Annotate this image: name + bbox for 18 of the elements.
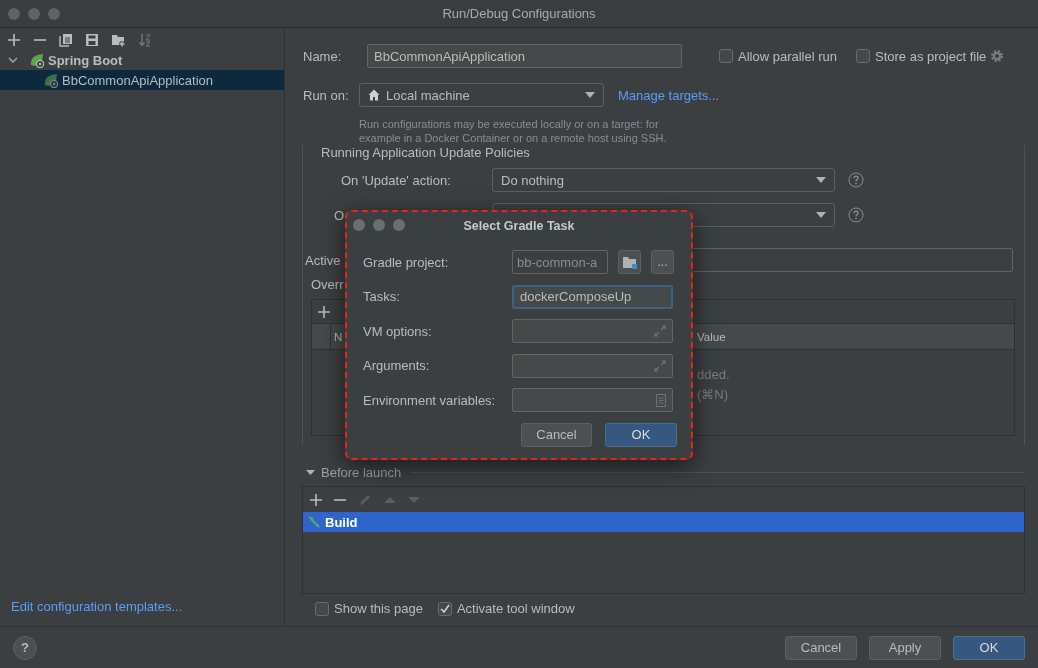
section-label: Overr [311, 277, 344, 292]
field-label: Tasks: [363, 289, 401, 304]
group-title: Running Application Update Policies [321, 145, 530, 160]
field-label: Environment variables: [363, 392, 497, 408]
field-label: Gradle project: [363, 254, 450, 270]
field-label: Run on: [302, 87, 350, 103]
field-label: O [334, 207, 345, 223]
section-title: Before launch [321, 464, 402, 480]
field-label: Active [305, 252, 341, 268]
empty-table-text: dded. [697, 366, 731, 384]
empty-table-text: (⌘N) [697, 386, 730, 404]
field-label: On 'Update' action: [341, 172, 451, 188]
field-label: Name: [302, 48, 343, 64]
field-label: Arguments: [363, 358, 431, 373]
hint-text: Run configurations may be executed locally or on a target: for example in a Docker Container or on a remote host using SSH. [359, 117, 668, 145]
field-label: VM options: [363, 323, 433, 339]
window-title: Run/Debug Configurations [442, 6, 596, 21]
dialog-title: Select Gradle Task [463, 218, 575, 233]
